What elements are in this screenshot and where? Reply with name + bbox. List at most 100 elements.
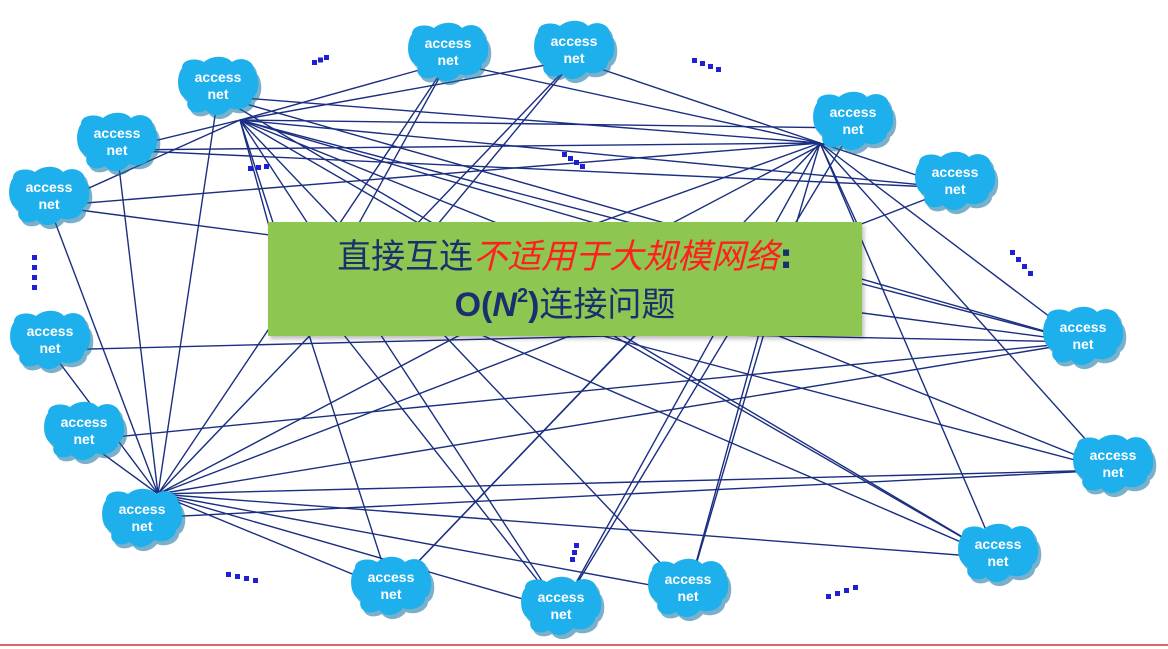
access-net-node-8: accessnet <box>1043 306 1127 370</box>
access-net-node-5: accessnet <box>813 91 897 155</box>
node-label-line2: net <box>107 142 128 158</box>
link-line-53 <box>579 329 1114 471</box>
formula-close: ) <box>528 286 540 324</box>
node-label-line1: access <box>932 164 979 180</box>
node-label-line1: access <box>830 104 877 120</box>
node-label-line2: net <box>132 518 153 534</box>
ellipsis-dot-30 <box>570 557 575 562</box>
node-label-line1: access <box>94 125 141 141</box>
callout-line-2: O(N2)连接问题 <box>268 284 862 326</box>
access-net-node-13: accessnet <box>351 556 435 620</box>
node-label-line2: net <box>1073 336 1094 352</box>
node-label-line2: net <box>988 553 1009 569</box>
node-label-line1: access <box>975 536 1022 552</box>
ellipsis-dot-32 <box>574 543 579 548</box>
ellipsis-dot-22 <box>226 572 231 577</box>
link-line-46 <box>116 149 956 189</box>
formula-open: O( <box>454 286 493 324</box>
access-net-node-4: accessnet <box>9 166 93 230</box>
link-line-16 <box>217 95 821 144</box>
node-label-line1: access <box>61 414 108 430</box>
ellipsis-dot-25 <box>253 578 258 583</box>
node-label-line1: access <box>665 571 712 587</box>
node-label-line2: net <box>39 196 60 212</box>
access-net-node-3: accessnet <box>77 112 161 176</box>
node-label-line1: access <box>27 323 74 339</box>
link-line-17 <box>116 142 821 151</box>
access-net-node-1: accessnet <box>534 20 618 84</box>
callout-highlight: 不适用于大规模网络 <box>473 237 780 277</box>
node-label-line1: access <box>119 501 166 517</box>
ellipsis-dot-21 <box>32 285 37 290</box>
link-line-9 <box>239 119 392 591</box>
ellipsis-dot-10 <box>562 152 567 157</box>
ellipsis-dot-27 <box>835 591 840 596</box>
link-line-11 <box>239 119 562 611</box>
link-line-30 <box>157 95 219 495</box>
node-label-line1: access <box>1060 319 1107 335</box>
link-line-49 <box>390 329 641 591</box>
node-label-line2: net <box>438 52 459 68</box>
node-label-line2: net <box>208 86 229 102</box>
node-label-line1: access <box>195 69 242 85</box>
callout-rest: 连接问题 <box>539 285 676 325</box>
ellipsis-dot-1 <box>318 57 323 63</box>
ellipsis-dot-28 <box>844 588 849 593</box>
formula-exponent: 2 <box>516 285 529 307</box>
node-label-line2: net <box>551 606 572 622</box>
node-label-line1: access <box>26 179 73 195</box>
node-label-line1: access <box>368 569 415 585</box>
ellipsis-dot-7 <box>248 166 253 171</box>
access-net-node-14: accessnet <box>648 558 732 622</box>
access-net-node-15: accessnet <box>521 576 605 640</box>
link-line-27 <box>819 142 861 231</box>
node-label-line2: net <box>843 121 864 137</box>
ellipsis-dot-5 <box>708 64 713 69</box>
ellipsis-dot-4 <box>700 61 705 66</box>
ellipsis-dot-12 <box>574 160 579 165</box>
callout-prefix: 直接互连 <box>337 237 474 277</box>
ellipsis-dot-11 <box>568 156 573 161</box>
link-line-15 <box>573 59 821 144</box>
link-line-35 <box>157 341 1084 495</box>
link-line-55 <box>141 469 1114 519</box>
ellipsis-dot-8 <box>256 165 261 170</box>
ellipsis-dot-16 <box>1022 264 1027 269</box>
ellipsis-dot-0 <box>312 60 317 65</box>
access-net-node-12: accessnet <box>958 523 1042 587</box>
access-net-node-0: accessnet <box>408 22 492 86</box>
ellipsis-dot-26 <box>826 594 831 599</box>
ellipsis-dot-23 <box>235 574 240 579</box>
node-label-line2: net <box>40 340 61 356</box>
access-net-node-2: accessnet <box>178 56 262 120</box>
callout-line-1: 直接互连不适用于大规模网络: <box>268 236 862 278</box>
complexity-formula: O(N2) <box>455 286 540 324</box>
ellipsis-dot-24 <box>244 576 249 581</box>
node-label-line1: access <box>538 589 585 605</box>
ellipsis-dot-9 <box>264 164 269 169</box>
node-label-line2: net <box>678 588 699 604</box>
node-label-line2: net <box>381 586 402 602</box>
link-line-14 <box>447 61 821 144</box>
ellipsis-dot-3 <box>692 58 697 63</box>
ellipsis-dot-18 <box>32 255 37 260</box>
ellipsis-dot-2 <box>324 55 329 60</box>
link-line-50 <box>687 329 761 593</box>
ellipsis-dot-13 <box>580 164 585 169</box>
ellipsis-dot-19 <box>32 265 37 270</box>
ellipsis-dot-6 <box>716 67 721 72</box>
node-label-line2: net <box>1103 464 1124 480</box>
ellipsis-dot-15 <box>1016 257 1021 262</box>
access-net-node-7: accessnet <box>10 310 94 374</box>
node-label-line2: net <box>74 431 95 447</box>
callout-box: 直接互连不适用于大规模网络: O(N2)连接问题 <box>268 222 862 336</box>
network-diagram: access net access net access net access net acce… <box>0 0 1168 649</box>
ellipsis-dot-14 <box>1010 250 1015 255</box>
ellipsis-dot-17 <box>1028 271 1033 276</box>
access-net-node-11: accessnet <box>102 488 186 552</box>
node-label-line2: net <box>945 181 966 197</box>
access-net-node-9: accessnet <box>44 401 128 465</box>
access-net-node-6: accessnet <box>915 151 999 215</box>
callout-colon: : <box>779 237 793 277</box>
node-label-line2: net <box>564 50 585 66</box>
